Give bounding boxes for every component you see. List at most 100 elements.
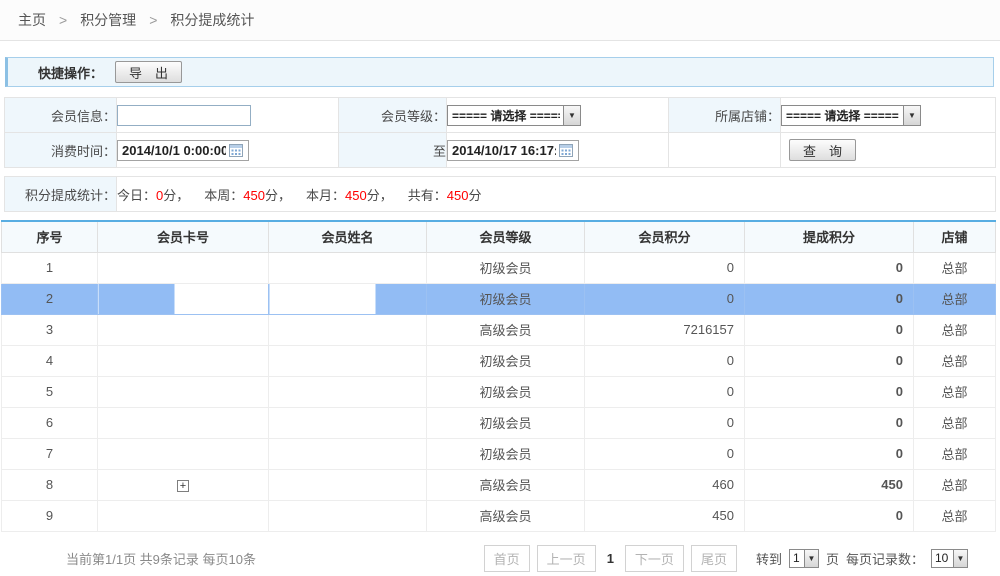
cell-member-name <box>269 314 427 345</box>
chevron-down-icon: ▼ <box>563 106 580 125</box>
breadcrumb-item[interactable]: 主页 <box>18 12 46 28</box>
cell-index: 6 <box>2 407 98 438</box>
stat-label: 今日： <box>117 188 156 203</box>
breadcrumb-separator: > <box>59 12 67 28</box>
quick-actions-label: 快捷操作： <box>38 63 103 82</box>
stat-item: 本月：450分， <box>306 188 393 203</box>
cell-member-name <box>269 376 427 407</box>
member-info-input[interactable] <box>117 105 251 126</box>
column-header: 提成积分 <box>745 221 914 252</box>
cell-commission-points: 0 <box>745 314 914 345</box>
cell-store: 总部 <box>914 438 996 469</box>
results-table: 序号会员卡号会员姓名会员等级会员积分提成积分店铺 1初级会员00总部2初级会员0… <box>1 220 996 532</box>
cell-card-number <box>98 252 269 283</box>
filter-form: 会员信息： 会员等级： ===== 请选择 ===== ▼ 所属店铺： ====… <box>4 97 996 168</box>
chevron-down-icon: ▼ <box>804 550 818 567</box>
store-selected-value: ===== 请选择 ===== <box>786 107 899 124</box>
cell-commission-points: 0 <box>745 345 914 376</box>
table-row[interactable]: 9高级会员4500总部 <box>2 500 996 531</box>
calendar-icon[interactable] <box>229 144 243 157</box>
cell-commission-points: 450 <box>745 469 914 500</box>
table-row[interactable]: 5初级会员00总部 <box>2 376 996 407</box>
cell-member-level: 初级会员 <box>427 407 585 438</box>
page: 主页>积分管理>积分提成统计 快捷操作： 导 出 会员信息： 会员等级： ===… <box>0 0 1000 572</box>
cell-commission-points: 0 <box>745 283 914 314</box>
cell-member-level: 初级会员 <box>427 438 585 469</box>
export-button[interactable]: 导 出 <box>115 61 182 83</box>
cell-member-level: 初级会员 <box>427 252 585 283</box>
table-row[interactable]: 1初级会员00总部 <box>2 252 996 283</box>
cell-commission-points: 0 <box>745 376 914 407</box>
cell-member-points: 0 <box>585 376 745 407</box>
first-page-button[interactable]: 首页 <box>484 545 530 572</box>
per-page-select[interactable]: 10 ▼ <box>931 549 968 568</box>
stats-label: 积分提成统计： <box>5 177 117 212</box>
cell-index: 2 <box>2 283 98 314</box>
cell-card-number <box>98 376 269 407</box>
cell-member-points: 0 <box>585 283 745 314</box>
cell-store: 总部 <box>914 376 996 407</box>
column-header: 会员姓名 <box>269 221 427 252</box>
member-info-label: 会员信息： <box>5 98 117 133</box>
cell-member-points: 460 <box>585 469 745 500</box>
cell-card-number <box>98 500 269 531</box>
stat-value: 450 <box>345 188 367 203</box>
cell-member-level: 初级会员 <box>427 283 585 314</box>
cell-member-points: 0 <box>585 345 745 376</box>
cell-card-number <box>98 345 269 376</box>
stat-label: 共有： <box>408 188 447 203</box>
table-row[interactable]: 8+高级会员460450总部 <box>2 469 996 500</box>
cell-index: 8 <box>2 469 98 500</box>
table-row[interactable]: 6初级会员00总部 <box>2 407 996 438</box>
stats-bar: 积分提成统计： 今日：0分， 本周： 450 分， 本月：450分， 共有：450分 <box>4 176 996 212</box>
cell-member-name <box>269 345 427 376</box>
per-page-value: 10 <box>935 551 948 565</box>
goto-label: 转到 <box>756 549 782 568</box>
search-button[interactable]: 查 询 <box>789 139 856 161</box>
cell-member-points: 0 <box>585 252 745 283</box>
last-page-button[interactable]: 尾页 <box>691 545 737 572</box>
table-row[interactable]: 7初级会员00总部 <box>2 438 996 469</box>
cell-member-points: 0 <box>585 407 745 438</box>
cell-store: 总部 <box>914 283 996 314</box>
stat-label: 本月： <box>306 188 345 203</box>
breadcrumb: 主页>积分管理>积分提成统计 <box>0 0 1000 41</box>
expand-row-icon[interactable]: + <box>177 480 189 492</box>
stat-item: 今日：0分， <box>117 188 189 203</box>
time-label: 消费时间： <box>5 133 117 168</box>
cell-member-points: 0 <box>585 438 745 469</box>
calendar-icon[interactable] <box>559 144 573 157</box>
stat-suffix: 分， <box>265 188 291 203</box>
cell-card-number <box>98 407 269 438</box>
column-header: 会员积分 <box>585 221 745 252</box>
stat-value: 450 <box>447 188 469 203</box>
cell-index: 5 <box>2 376 98 407</box>
stat-label: 本周： <box>204 188 243 203</box>
cell-index: 9 <box>2 500 98 531</box>
next-page-button[interactable]: 下一页 <box>625 545 684 572</box>
current-page: 1 <box>607 551 614 566</box>
breadcrumb-item[interactable]: 积分管理 <box>80 12 136 28</box>
cell-commission-points: 0 <box>745 438 914 469</box>
cell-store: 总部 <box>914 252 996 283</box>
member-level-select[interactable]: ===== 请选择 ===== ▼ <box>447 105 581 126</box>
stat-item: 共有：450分 <box>408 188 482 203</box>
breadcrumb-separator: > <box>149 12 157 28</box>
goto-page-select[interactable]: 1 ▼ <box>789 549 819 568</box>
prev-page-button[interactable]: 上一页 <box>537 545 596 572</box>
cell-commission-points: 0 <box>745 252 914 283</box>
cell-store: 总部 <box>914 345 996 376</box>
cell-card-number <box>98 283 269 314</box>
table-row[interactable]: 3高级会员72161570总部 <box>2 314 996 345</box>
cell-member-points: 7216157 <box>585 314 745 345</box>
cell-card-number <box>98 314 269 345</box>
table-row[interactable]: 2初级会员00总部 <box>2 283 996 314</box>
cell-member-level: 高级会员 <box>427 500 585 531</box>
cell-member-name <box>269 438 427 469</box>
member-level-selected-value: ===== 请选择 ===== <box>452 107 560 124</box>
cell-member-name <box>269 469 427 500</box>
cell-store: 总部 <box>914 469 996 500</box>
cell-index: 3 <box>2 314 98 345</box>
table-row[interactable]: 4初级会员00总部 <box>2 345 996 376</box>
store-select[interactable]: ===== 请选择 ===== ▼ <box>781 105 921 126</box>
